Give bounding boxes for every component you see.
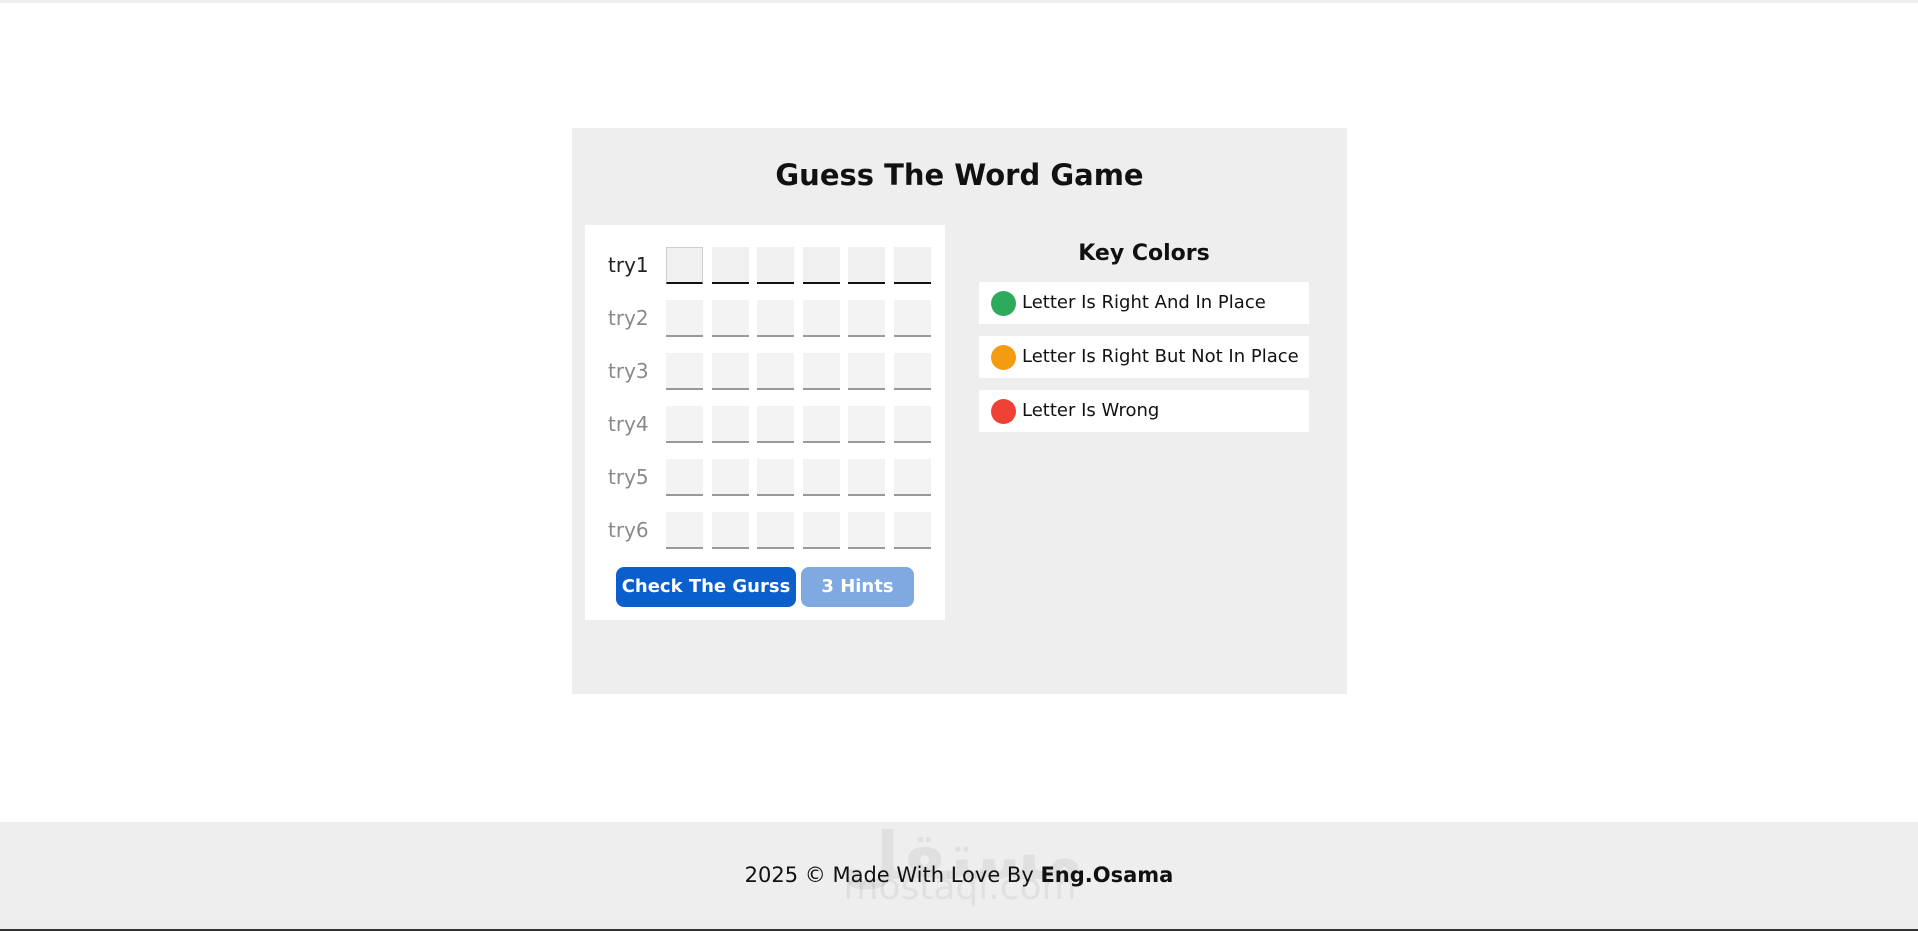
letter-input[interactable] (848, 406, 885, 443)
top-divider (0, 0, 1918, 3)
game-title: Guess The Word Game (775, 158, 1144, 192)
letter-input[interactable] (712, 406, 749, 443)
key-color-item: Letter Is Wrong (979, 390, 1309, 432)
letter-input[interactable] (848, 353, 885, 390)
check-guess-button[interactable]: Check The Gurss (616, 567, 796, 607)
try-row: try4 (585, 406, 945, 446)
letter-input[interactable] (894, 512, 931, 549)
try-label: try2 (608, 306, 649, 330)
letter-input[interactable] (757, 406, 794, 443)
letter-input[interactable] (894, 353, 931, 390)
letter-input[interactable] (803, 247, 840, 284)
letter-input[interactable] (666, 300, 703, 337)
letter-input[interactable] (894, 300, 931, 337)
letter-input[interactable] (712, 247, 749, 284)
letter-input[interactable] (712, 512, 749, 549)
letter-input[interactable] (757, 300, 794, 337)
key-colors-panel: Key Colors Letter Is Right And In Place L… (979, 238, 1309, 432)
letter-input[interactable] (712, 353, 749, 390)
color-dot-icon (991, 345, 1016, 370)
letter-input[interactable] (894, 459, 931, 496)
key-color-text: Letter Is Right And In Place (1022, 292, 1266, 313)
letter-input[interactable] (894, 406, 931, 443)
letter-input[interactable] (803, 406, 840, 443)
key-color-text: Letter Is Right But Not In Place (1022, 346, 1299, 367)
footer: مستقل mostaql.com 2025 © Made With Love … (0, 822, 1918, 931)
try-label: try6 (608, 518, 649, 542)
letter-input[interactable] (894, 247, 931, 284)
letter-input[interactable] (666, 406, 703, 443)
letter-input[interactable] (712, 459, 749, 496)
letter-input[interactable] (666, 247, 703, 284)
letter-input[interactable] (666, 459, 703, 496)
letter-input[interactable] (757, 459, 794, 496)
try-row: try5 (585, 459, 945, 499)
try-row: try6 (585, 512, 945, 552)
try-label: try1 (608, 253, 649, 277)
try-label: try3 (608, 359, 649, 383)
letter-input[interactable] (848, 247, 885, 284)
letter-input[interactable] (803, 353, 840, 390)
game-panel: Guess The Word Game try1 try2 try3 try4 try5… (572, 128, 1347, 694)
hints-button[interactable]: 3 Hints (801, 567, 914, 607)
key-colors-title: Key Colors (1078, 241, 1210, 266)
letter-input[interactable] (757, 353, 794, 390)
try-label: try5 (608, 465, 649, 489)
try-row: try1 (585, 247, 945, 287)
color-dot-icon (991, 399, 1016, 424)
letter-input[interactable] (757, 512, 794, 549)
letter-input[interactable] (712, 300, 749, 337)
letter-input[interactable] (803, 300, 840, 337)
letter-input[interactable] (848, 512, 885, 549)
letter-input[interactable] (666, 353, 703, 390)
letter-input[interactable] (803, 512, 840, 549)
inputs-card: try1 try2 try3 try4 try5 try6 Check The Gurss … (585, 225, 945, 620)
try-row: try2 (585, 300, 945, 340)
try-row: try3 (585, 353, 945, 393)
try-label: try4 (608, 412, 649, 436)
letter-input[interactable] (848, 459, 885, 496)
letter-input[interactable] (666, 512, 703, 549)
key-color-item: Letter Is Right But Not In Place (979, 336, 1309, 378)
letter-input[interactable] (757, 247, 794, 284)
letter-input[interactable] (848, 300, 885, 337)
footer-text: 2025 © Made With Love By (744, 863, 1041, 887)
key-color-text: Letter Is Wrong (1022, 400, 1160, 421)
footer-credit: 2025 © Made With Love By Eng.Osama (0, 863, 1918, 887)
footer-author: Eng.Osama (1040, 863, 1174, 887)
key-color-item: Letter Is Right And In Place (979, 282, 1309, 324)
color-dot-icon (991, 291, 1016, 316)
letter-input[interactable] (803, 459, 840, 496)
